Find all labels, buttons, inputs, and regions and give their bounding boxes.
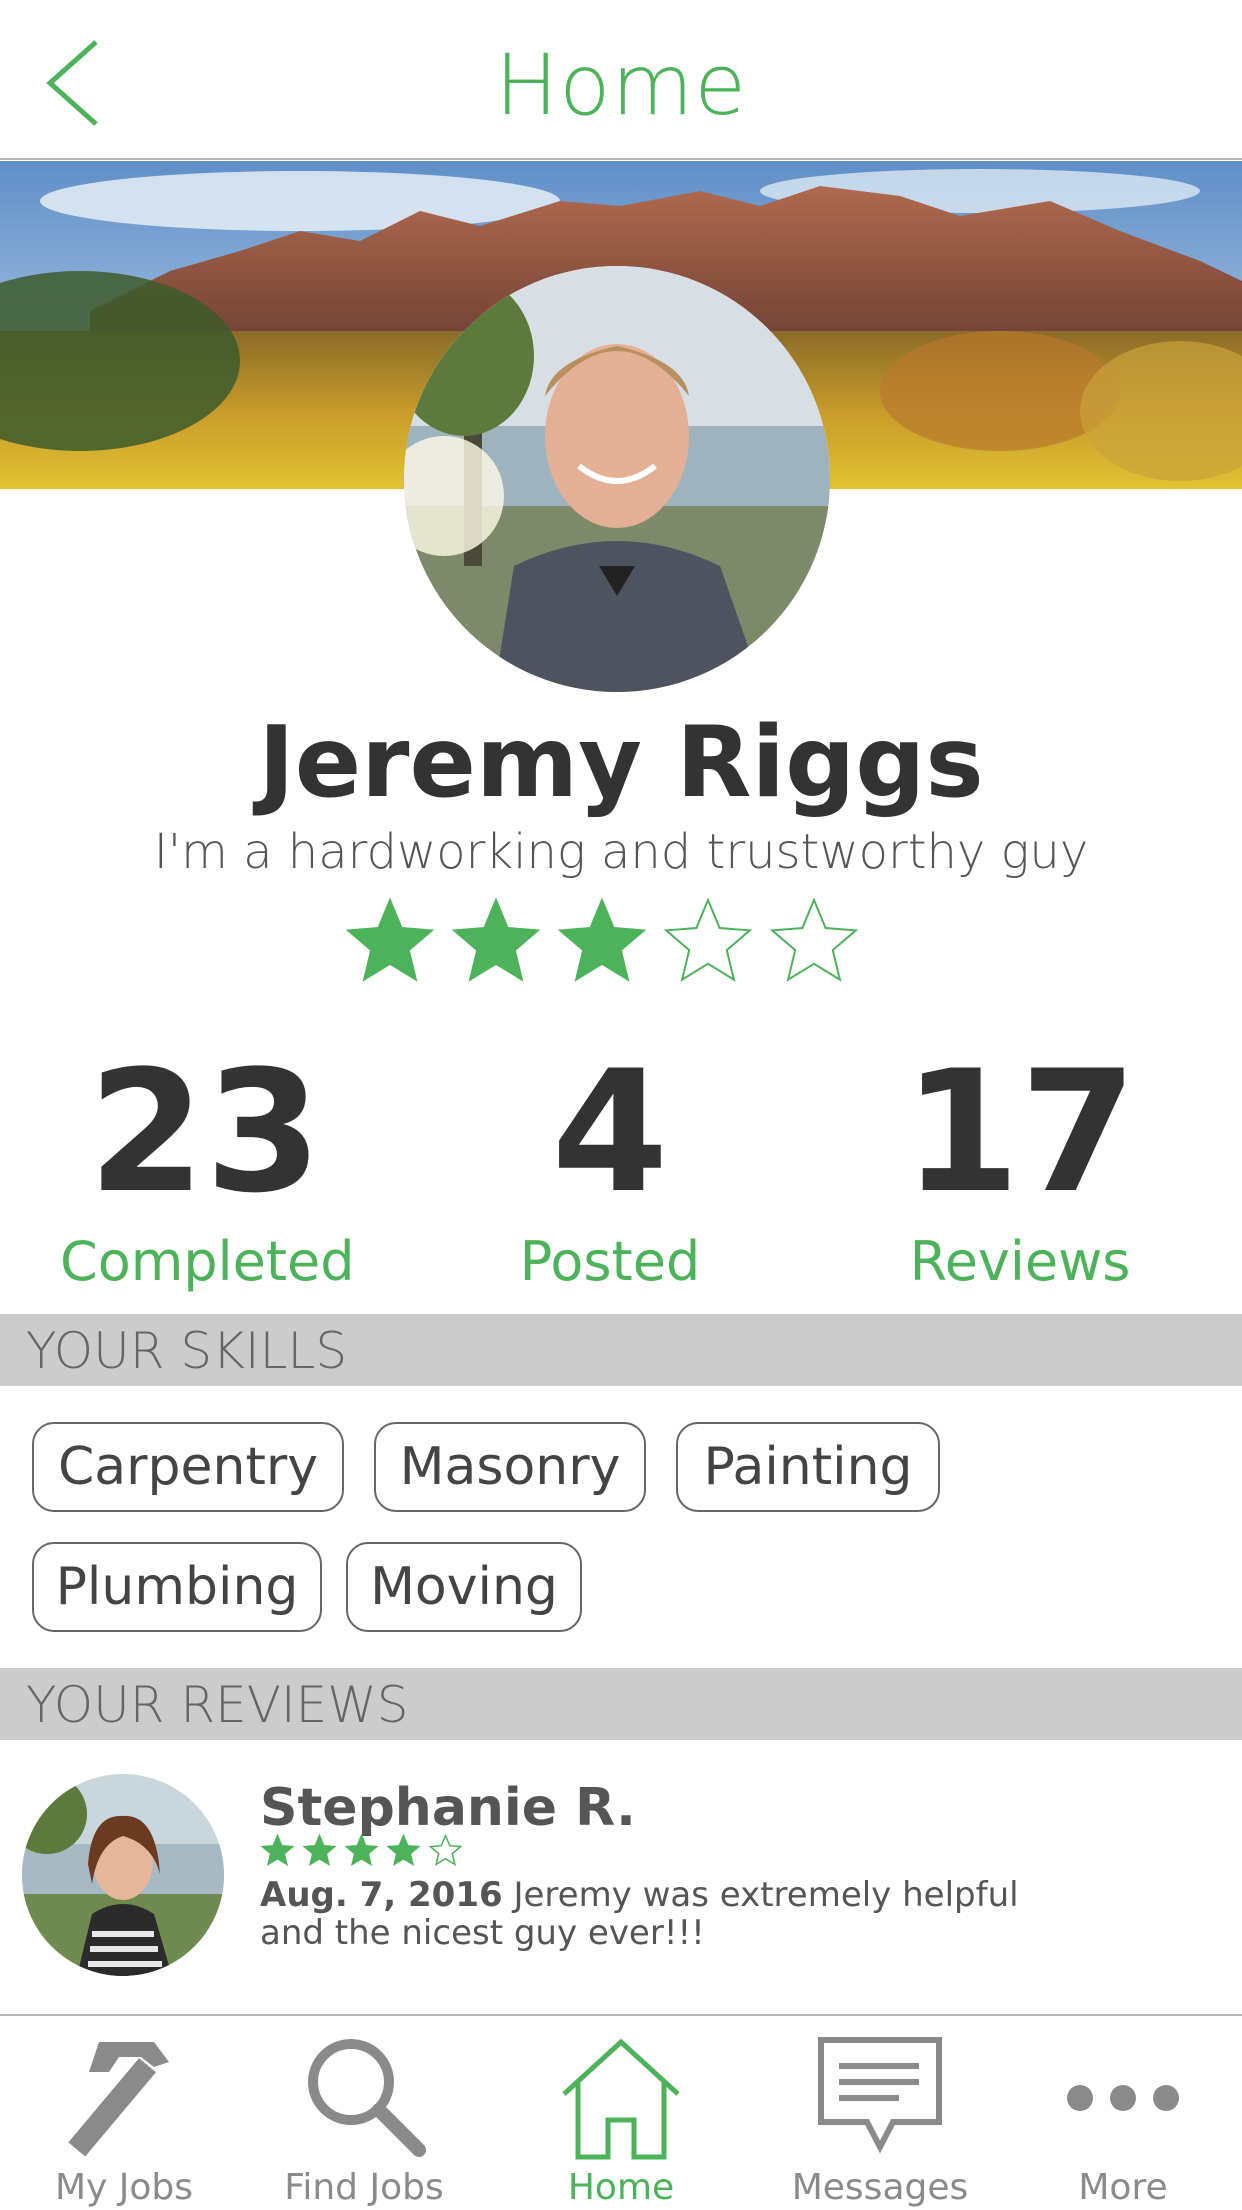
tab-bar: My Jobs Find Jobs Home Messages More — [0, 2014, 1242, 2208]
reviews-section-header: YOUR REVIEWS — [0, 1668, 1242, 1740]
review-body: Aug. 7, 2016 Jeremy was extremely helpfu… — [260, 1876, 1060, 1952]
tab-label: Home — [567, 2167, 675, 2208]
tab-messages[interactable]: Messages — [756, 2016, 1004, 2210]
page-title: Home — [494, 36, 748, 134]
star-filled-icon — [302, 1833, 337, 1866]
skill-chip[interactable]: Masonry — [374, 1422, 646, 1512]
reviewer-name: Stephanie R. — [260, 1778, 636, 1838]
star-empty-icon — [663, 897, 753, 982]
skill-chip[interactable]: Carpentry — [32, 1422, 344, 1512]
section-title: YOUR SKILLS — [26, 1322, 348, 1380]
stat-label: Reviews — [909, 1230, 1131, 1293]
profile-rating — [344, 897, 874, 994]
magnifier-icon — [308, 2039, 426, 2157]
ellipsis-icon — [1067, 2085, 1179, 2111]
tab-label: My Jobs — [54, 2167, 194, 2208]
tab-more[interactable]: More — [1004, 2016, 1242, 2210]
review-rating — [260, 1833, 474, 1870]
reviewer-avatar[interactable] — [22, 1774, 224, 1976]
star-filled-icon — [386, 1833, 421, 1866]
stat-value: 23 — [88, 1034, 322, 1230]
skill-chip[interactable]: Moving — [346, 1542, 582, 1632]
star-filled-icon — [260, 1833, 295, 1866]
stat-value: 17 — [903, 1034, 1137, 1230]
star-empty-icon — [428, 1833, 463, 1866]
stat-posted[interactable]: 4 Posted — [470, 1048, 750, 1293]
tab-label: Find Jobs — [284, 2167, 444, 2208]
star-empty-icon — [769, 897, 859, 982]
profile-tagline: I'm a hardworking and trustworthy guy — [153, 824, 1089, 880]
star-filled-icon — [451, 897, 541, 982]
nav-header: Home — [0, 0, 1242, 160]
star-filled-icon — [344, 1833, 379, 1866]
profile-avatar[interactable] — [404, 266, 830, 692]
review-date: Aug. 7, 2016 — [260, 1875, 503, 1915]
tab-label: More — [1078, 2167, 1168, 2208]
stat-reviews[interactable]: 17 Reviews — [880, 1048, 1160, 1293]
stat-value: 4 — [551, 1034, 669, 1230]
star-filled-icon — [557, 897, 647, 982]
stat-label: Posted — [519, 1230, 701, 1293]
tab-home[interactable]: Home — [497, 2016, 745, 2210]
section-title: YOUR REVIEWS — [26, 1676, 409, 1734]
skill-chip[interactable]: Plumbing — [32, 1542, 322, 1632]
skills-section-header: YOUR SKILLS — [0, 1314, 1242, 1386]
speech-bubble-icon — [818, 2037, 942, 2154]
tab-my-jobs[interactable]: My Jobs — [0, 2016, 248, 2210]
stat-label: Completed — [60, 1230, 355, 1293]
star-filled-icon — [345, 897, 435, 982]
skill-chip[interactable]: Painting — [676, 1422, 940, 1512]
house-icon — [562, 2038, 680, 2160]
hammer-icon — [68, 2042, 169, 2157]
profile-name: Jeremy Riggs — [258, 706, 984, 820]
stat-completed[interactable]: 23 Completed — [60, 1034, 355, 1293]
tab-find-jobs[interactable]: Find Jobs — [240, 2016, 488, 2210]
tab-label: Messages — [791, 2167, 969, 2208]
